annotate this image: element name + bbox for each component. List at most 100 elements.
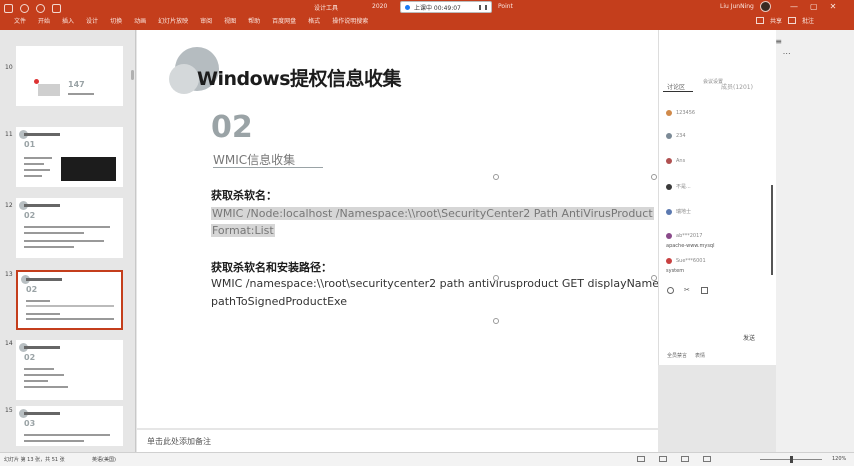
zoom-level[interactable]: 120% (832, 456, 846, 462)
user-avatar (666, 183, 672, 190)
thumbnail-scrollbar[interactable] (131, 70, 134, 80)
more-icon[interactable]: ⋯ (783, 49, 791, 59)
section-number[interactable]: 02 (211, 110, 253, 145)
comments-button[interactable]: 批注 (802, 16, 814, 25)
thumbnail-slide-10[interactable]: 147 (16, 46, 123, 106)
tab-view[interactable]: 视图 (218, 15, 242, 28)
tab-animations[interactable]: 动画 (128, 15, 152, 28)
tab-members[interactable]: 成员(1201) (721, 82, 753, 91)
resize-handle[interactable] (493, 174, 499, 180)
close-button[interactable]: ✕ (830, 2, 837, 11)
thumbnail-pane: 10 147 11 01 12 02 13 02 14 02 15 03 (0, 30, 135, 452)
thumbnail-number: 13 (5, 271, 13, 278)
tab-transitions[interactable]: 切换 (104, 15, 128, 28)
sorter-view-icon[interactable] (681, 456, 689, 462)
command-line[interactable]: WMIC /namespace:\\root\securitycenter2 p… (211, 277, 658, 290)
thumbnail-slide-13-selected[interactable]: 02 (16, 270, 123, 330)
notes-view-icon[interactable] (637, 456, 645, 462)
user-name[interactable]: Liu JunNing (720, 3, 754, 10)
slide-title[interactable]: Windows提权信息收集 (197, 64, 402, 91)
thumbnail-slide-11[interactable]: 01 (16, 127, 123, 187)
scissors-icon[interactable]: ✂ (684, 287, 691, 294)
menu-icon[interactable]: ≡ (775, 37, 782, 46)
slide-counter: 幻灯片 第 13 张，共 51 张 (4, 457, 65, 463)
minimize-button[interactable]: — (790, 2, 798, 11)
chat-message: 瑞地士 (666, 208, 691, 215)
notes-placeholder[interactable]: 单击此处添加备注 (147, 436, 211, 447)
thumbnail-slide-15[interactable]: 03 (16, 406, 123, 446)
normal-view-icon[interactable] (659, 456, 667, 462)
share-button[interactable]: 共享 (770, 16, 782, 25)
label-antivirus-name[interactable]: 获取杀软名： (211, 187, 277, 203)
emoji-button[interactable]: 表情 (695, 352, 705, 359)
code-line-selected[interactable]: WMIC /Node:localhost /Namespace:\\root\S… (211, 207, 654, 220)
notes-pane[interactable]: 单击此处添加备注 (137, 430, 658, 452)
label-antivirus-path[interactable]: 获取杀软名和安装路径： (211, 259, 332, 275)
user-avatar (666, 110, 672, 116)
user-avatar (666, 258, 672, 264)
powerpoint-window: 设计工具 2020 上课中 00:49:07 Point Liu JunNing… (0, 0, 854, 466)
thumbnail-label: 03 (24, 419, 36, 428)
tab-search[interactable]: 操作说明搜索 (326, 15, 374, 28)
code-line-selected-2[interactable]: Format:List (211, 224, 275, 237)
tab-home[interactable]: 开始 (32, 15, 56, 28)
zoom-slider-thumb[interactable] (790, 456, 793, 463)
present-icon[interactable] (52, 4, 61, 13)
chat-message: 234 (666, 133, 686, 139)
avatar[interactable] (760, 1, 771, 12)
mute-all-button[interactable]: 全员禁言 (667, 352, 687, 359)
tab-baidu[interactable]: 百度网盘 (266, 15, 302, 28)
ribbon-right-actions: 共享 批注 (756, 16, 814, 25)
thumbnail-slide-12[interactable]: 02 (16, 198, 123, 258)
subtitle-underline (213, 167, 323, 168)
undo-icon[interactable] (20, 4, 29, 13)
comment-icon (788, 17, 797, 24)
resize-handle[interactable] (651, 174, 657, 180)
resize-handle[interactable] (493, 318, 499, 324)
recording-indicator[interactable]: 上课中 00:49:07 (400, 1, 492, 13)
pause-icon[interactable] (479, 4, 487, 10)
tab-design[interactable]: 设计 (80, 15, 104, 28)
user-avatar (666, 233, 672, 239)
thumbnail-number: 15 (5, 407, 13, 414)
send-button[interactable]: 发送 (743, 333, 755, 342)
save-icon[interactable] (4, 4, 13, 13)
resize-handle[interactable] (651, 275, 657, 281)
redo-icon[interactable] (36, 4, 45, 13)
reading-view-icon[interactable] (703, 456, 711, 462)
resize-handle[interactable] (493, 275, 499, 281)
recording-time: 上课中 00:49:07 (414, 4, 461, 12)
thumbnail-slide-14[interactable]: 02 (16, 340, 123, 400)
section-subtitle[interactable]: WMIC信息收集 (213, 151, 295, 168)
share-icon (756, 17, 764, 24)
window-title-year: 2020 (372, 3, 388, 10)
tab-slideshow[interactable]: 幻灯片放映 (152, 15, 194, 28)
thumbnail-label: 02 (26, 285, 38, 294)
slide-canvas[interactable]: Windows提权信息收集 02 WMIC信息收集 获取杀软名： WMIC /N… (137, 30, 658, 428)
tab-review[interactable]: 审阅 (194, 15, 218, 28)
command-line-2[interactable]: pathToSignedProductExe (211, 295, 347, 308)
thumbnail-label: 02 (24, 211, 36, 220)
language-indicator[interactable]: 英语(美国) (92, 456, 116, 463)
chat-panel: 会议设置 讨论区 成员(1201) 123456 234 Ans 不是... 瑞… (658, 30, 776, 365)
tab-insert[interactable]: 插入 (56, 15, 80, 28)
status-bar: 幻灯片 第 13 张，共 51 张 英语(美国) 120% (0, 452, 854, 466)
pane-divider[interactable] (135, 30, 136, 452)
tab-help[interactable]: 帮助 (242, 15, 266, 28)
user-avatar (666, 158, 672, 164)
emoji-icon[interactable] (667, 287, 674, 294)
maximize-button[interactable]: ▢ (810, 2, 818, 11)
chat-settings-label[interactable]: 会议设置 (703, 78, 723, 85)
chat-scrollbar[interactable] (771, 185, 773, 275)
user-avatar (666, 133, 672, 139)
chat-message: ab***2017 (666, 233, 702, 239)
tab-discussion[interactable]: 讨论区 (667, 82, 685, 91)
image-upload-icon[interactable] (701, 287, 708, 294)
tab-format[interactable]: 格式 (302, 15, 326, 28)
ribbon-tabs: 文件 开始 插入 设计 切换 动画 幻灯片放映 审阅 视图 帮助 百度网盘 格式… (0, 15, 374, 28)
tab-file[interactable]: 文件 (8, 15, 32, 28)
recording-dot-icon (405, 4, 410, 10)
thumbnail-label: 01 (24, 140, 36, 149)
view-buttons (637, 456, 711, 462)
active-tab-underline (663, 91, 693, 92)
